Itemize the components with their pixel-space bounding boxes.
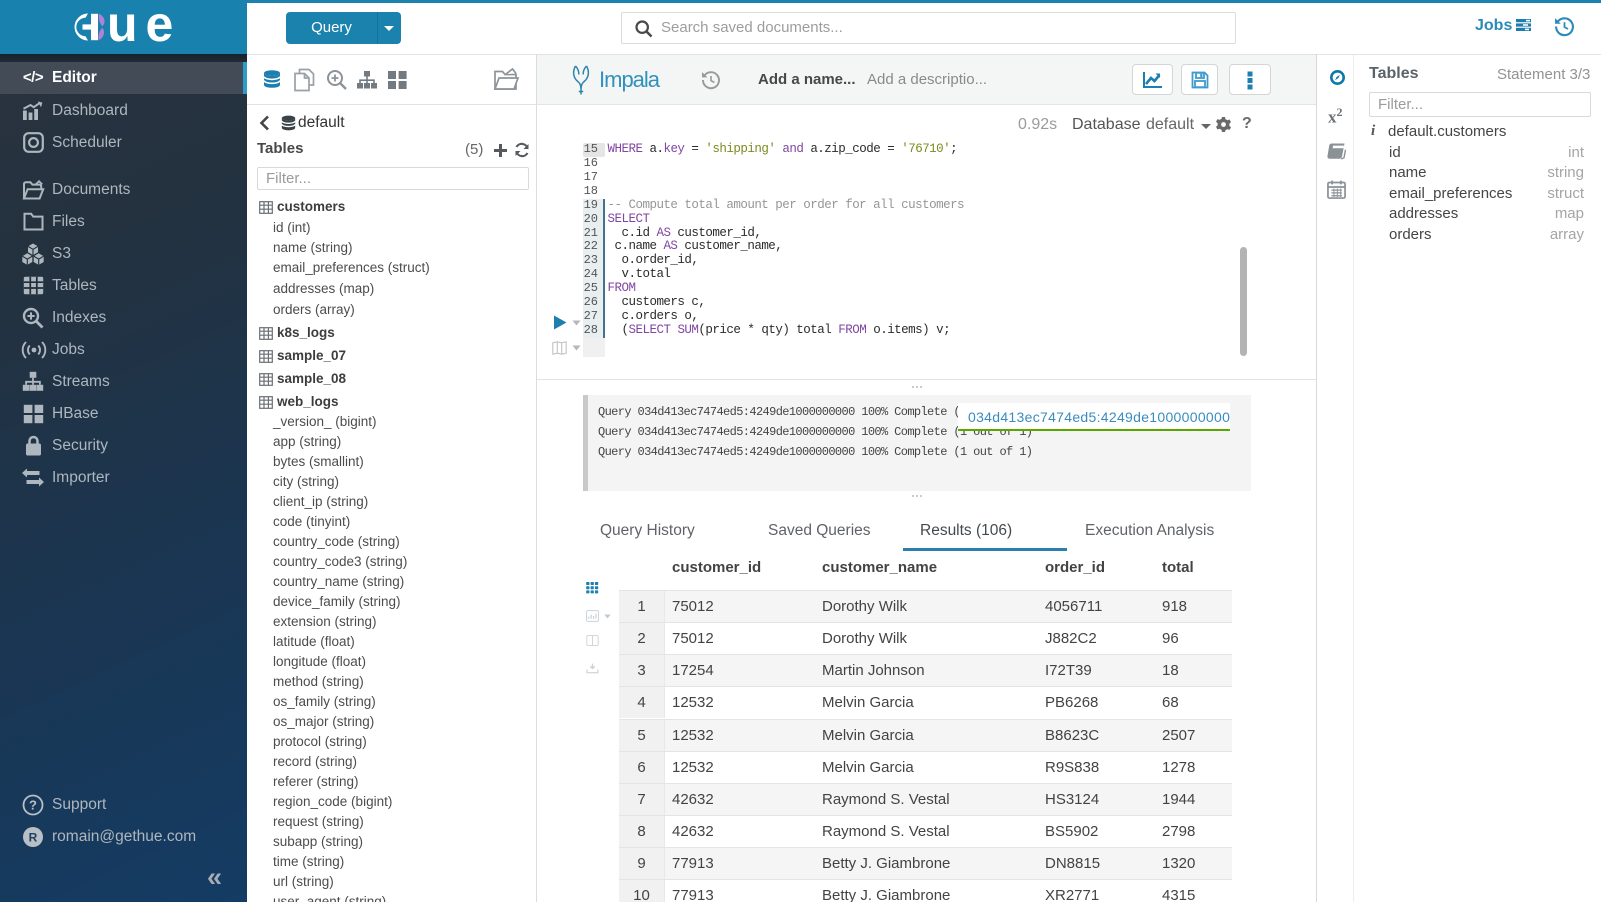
svg-text:R: R	[29, 830, 38, 844]
svg-text:ue: ue	[107, 11, 181, 45]
svg-text:?: ?	[29, 797, 37, 812]
